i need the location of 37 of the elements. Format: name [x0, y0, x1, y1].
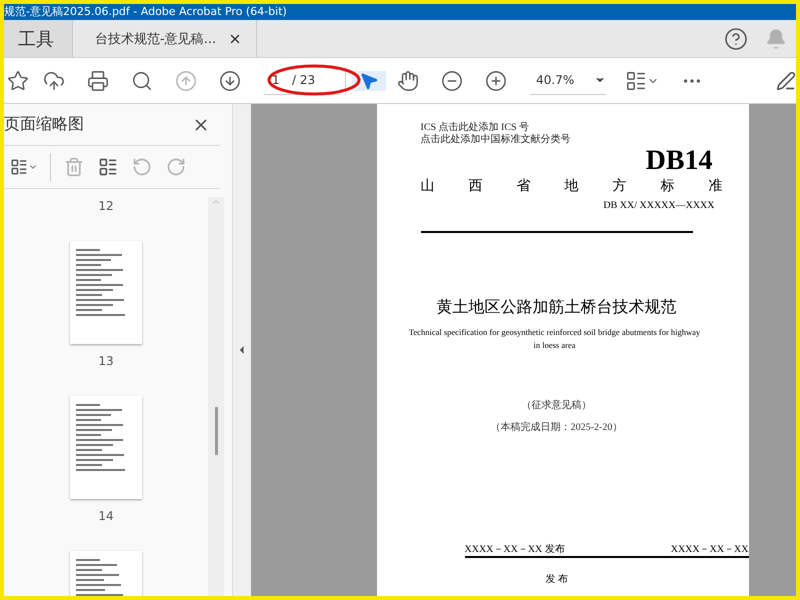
- list-icon[interactable]: [10, 158, 28, 176]
- help-icon[interactable]: [724, 26, 748, 50]
- search-icon[interactable]: [131, 70, 153, 92]
- zoom-in-icon[interactable]: [485, 70, 508, 92]
- page-number: 14: [98, 509, 114, 523]
- standard-code: DB14: [644, 146, 714, 176]
- panel-title: 页面缩略图: [4, 114, 84, 135]
- cloud-upload-icon[interactable]: [43, 70, 65, 92]
- page-number: 12: [98, 199, 114, 213]
- printer-icon[interactable]: [87, 70, 109, 92]
- page-number-field[interactable]: 1 / 23: [264, 66, 340, 95]
- english-title: Technical specification for geosynthetic reinforced soil bridge abutments for highway in loess area: [408, 326, 702, 352]
- issue-date: XXXX－XX－XX 发布: [464, 543, 565, 556]
- hand-icon: [397, 70, 420, 92]
- completion-date: （本稿完成日期：2025-2-20）: [490, 420, 624, 434]
- page-thumbnail[interactable]: [70, 396, 142, 499]
- zoom-out-icon[interactable]: [441, 70, 464, 92]
- standard-category: 山西省地方标准: [420, 178, 720, 196]
- pen-icon[interactable]: [776, 70, 796, 90]
- scrollbar[interactable]: [208, 197, 224, 596]
- header-text: ICS 点击此处添加 ICS 号: [420, 122, 530, 134]
- page-layout-icon[interactable]: [625, 70, 648, 92]
- effective-date: XXXX－XX－XX: [670, 543, 748, 556]
- tab[interactable]: 工具: [4, 20, 73, 57]
- pointer-icon: [359, 70, 380, 90]
- window-title: 规范-意见稿2025.06.pdf - Adobe Acrobat Pro (64-bit): [4, 4, 287, 20]
- draft-note: （征求意见稿）: [520, 398, 592, 412]
- zoom-field[interactable]: 40.7%: [530, 66, 606, 95]
- select-tool-button[interactable]: [352, 70, 386, 90]
- issuer: 发 布: [544, 573, 569, 586]
- page-number: 13: [98, 354, 114, 368]
- header-text: 点击此处添加中国标准文献分类号: [420, 134, 572, 146]
- document-title: 黄土地区公路加筋土桥台技术规范: [436, 297, 678, 318]
- page-thumbnail[interactable]: [70, 241, 142, 344]
- star-icon[interactable]: [7, 70, 29, 92]
- page-layout-icon[interactable]: [98, 157, 118, 177]
- standard-number: DB XX/ XXXXX—XXXX: [602, 200, 716, 211]
